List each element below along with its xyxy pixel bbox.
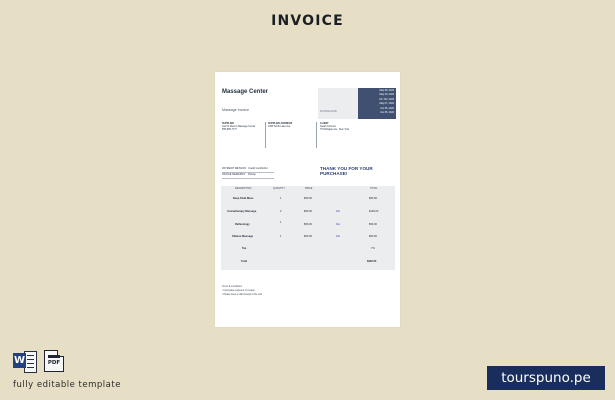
pdf-icon: PDF (44, 350, 64, 372)
client-block: CLIENT Sarah Johnson 75 Michigan Ave, Ne… (320, 122, 360, 131)
supplier-block: SUPPLIER Gulf of Mexico Massage Center 5… (222, 122, 262, 131)
page-title: INVOICE (271, 13, 344, 29)
column-header: DESCRIPTION (235, 187, 252, 190)
pdf-bar (48, 355, 60, 358)
client-line: 75 Michigan Ave, New York (320, 127, 349, 131)
item-description: Shiatsu Massage (232, 235, 254, 238)
item-qty: 1 (280, 197, 282, 200)
word-icon: W (13, 350, 37, 373)
invoice-info-box (318, 88, 358, 119)
item-extra: Del (336, 235, 340, 238)
divider (316, 122, 317, 148)
column-header: PRICE (305, 187, 313, 190)
brand-badge[interactable]: tourspuno.pe (487, 366, 605, 390)
pdf-label: PDF (47, 360, 61, 366)
meta-value: Credit Card/ACH (248, 167, 268, 171)
column-header: TOTAL (370, 187, 378, 190)
dates-box: May 28, 2023 May 30, 2023 03 / 09 / 2023… (358, 88, 396, 119)
item-qty: 2 (280, 210, 282, 213)
meta-row: OFFICE REMARKS Pickup (222, 173, 274, 179)
total-value: $262.50 (367, 260, 377, 263)
item-extra: Del (336, 210, 340, 213)
item-extra: Del (336, 223, 340, 226)
item-description: Reflexology (235, 223, 250, 226)
word-letter: W (13, 353, 26, 368)
tax-value: 7% (371, 247, 375, 250)
supplier-address-line: 1999 North Lake Ave (268, 124, 291, 128)
item-total: $100.00 (369, 210, 379, 213)
supplier-line: 555-555-7777 (222, 127, 237, 131)
terms-line: • Please keep a valid receipt of the vis… (222, 293, 262, 296)
payment-meta: PAYMENT METHOD Credit Card/ACH OFFICE RE… (222, 167, 274, 179)
meta-value: Pickup (248, 173, 256, 177)
item-price: $50.00 (304, 197, 312, 200)
item-price: $50.00 (304, 235, 312, 238)
editable-caption: fully editable template (13, 380, 121, 390)
invoice-subtitle: Massage Invoice (222, 108, 249, 112)
company-name: Massage Center (222, 89, 269, 95)
item-qty: 1 (280, 235, 282, 238)
item-description: Aromatherapy Massage (227, 210, 257, 213)
tax-label: Tax (242, 247, 247, 250)
item-qty: 1 (280, 221, 282, 224)
date-line: Jun 05, 2024 (380, 110, 394, 114)
item-total: $50.00 (369, 197, 377, 200)
thank-you-message: THANK YOU FOR YOUR PURCHASE! (320, 166, 373, 177)
item-total: $50.00 (369, 223, 377, 226)
invoice-preview: Massage Center Massage Invoice INVOICE D… (215, 72, 400, 327)
invoice-date-label: INVOICE DATE (320, 110, 337, 113)
item-price: $50.00 (304, 210, 312, 213)
meta-label: OFFICE REMARKS (222, 173, 246, 177)
item-total: $50.00 (369, 235, 377, 238)
supplier-address-block: SUPPLIER ADDRESS 1999 North Lake Ave (268, 122, 308, 129)
item-description: Deep Fluid Mass (233, 197, 254, 200)
meta-label: PAYMENT METHOD (222, 167, 247, 171)
divider (265, 122, 266, 148)
item-price: $50.00 (304, 223, 312, 226)
terms-block: Terms & Conditions • Incomplete payment … (222, 286, 262, 297)
total-label: Total (241, 260, 248, 263)
column-header: QUANTITY (273, 187, 286, 190)
